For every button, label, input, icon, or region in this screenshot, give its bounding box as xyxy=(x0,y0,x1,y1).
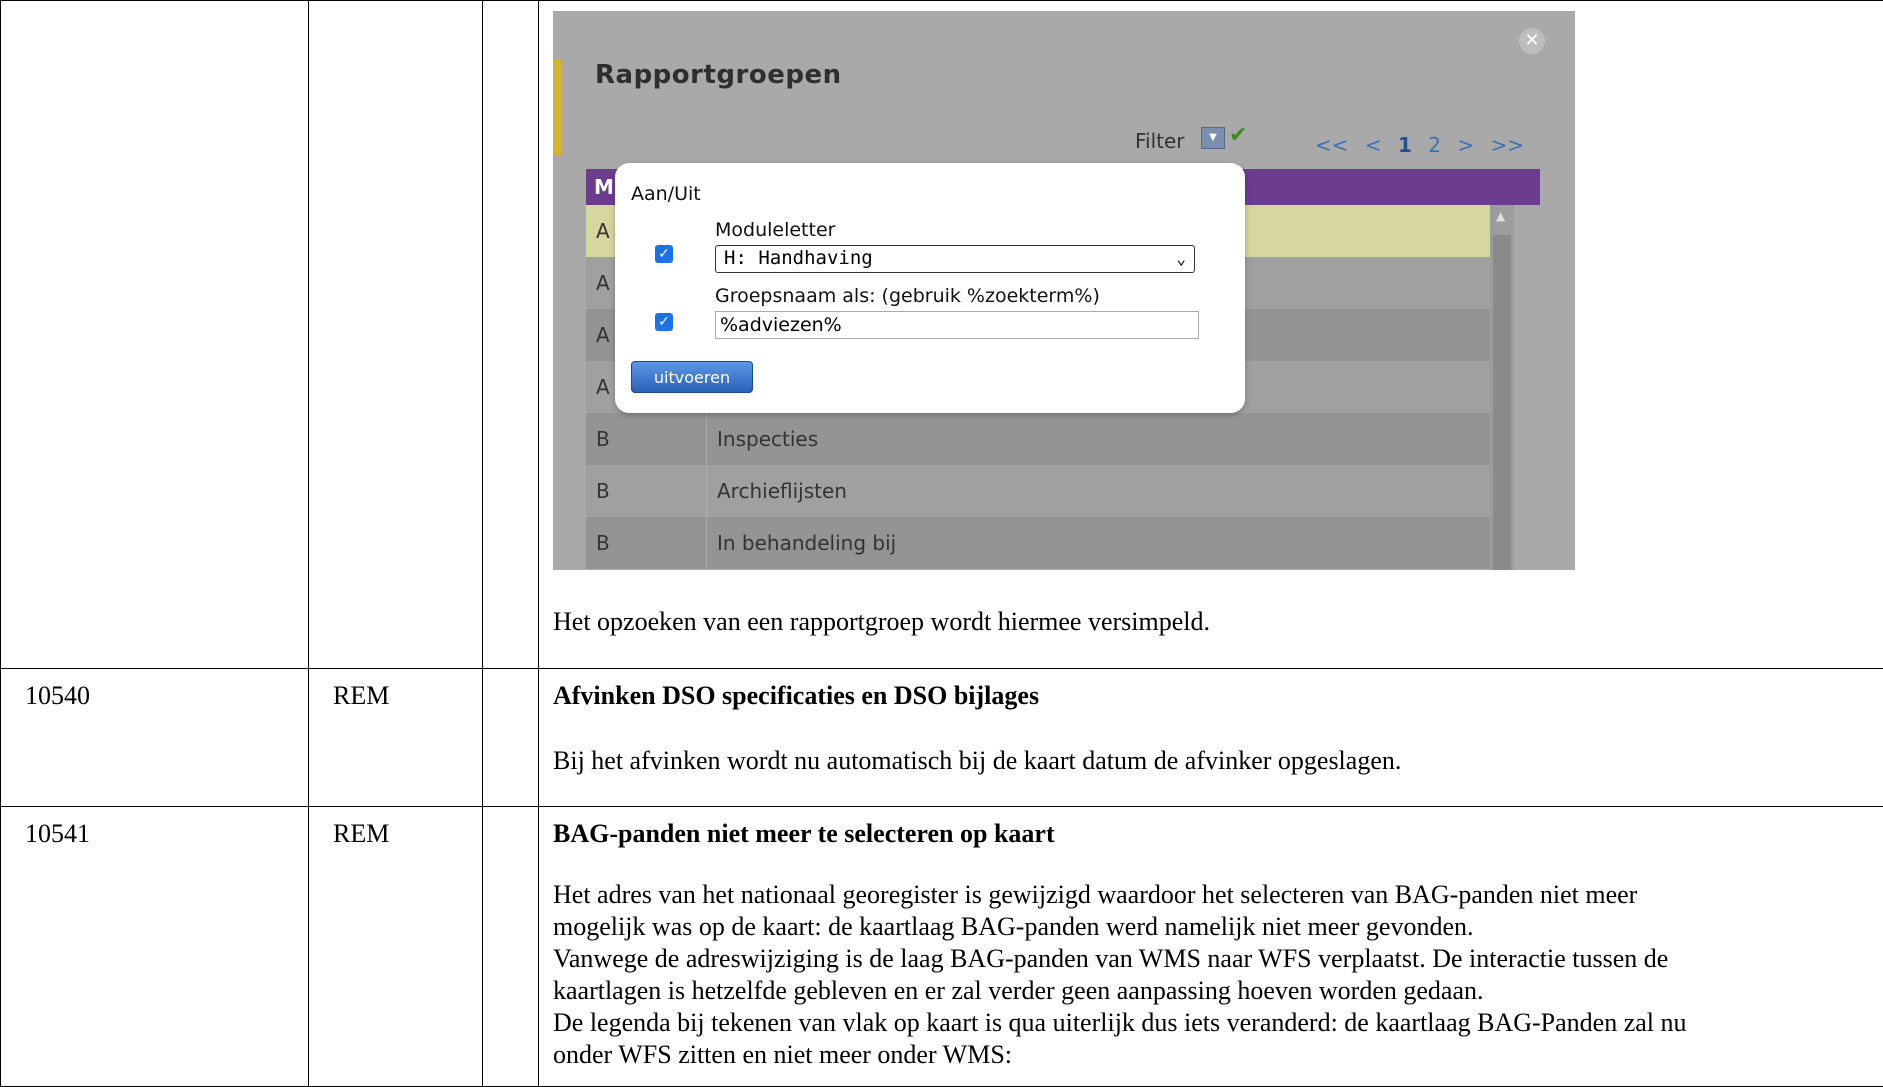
filter-label: Filter xyxy=(1135,129,1185,153)
grid-row: B Inspecties xyxy=(586,413,1490,465)
grid-cell: Inspecties xyxy=(717,427,818,451)
scrollbar-thumb xyxy=(1493,235,1511,570)
extra-cell xyxy=(483,807,539,1087)
grid-cell: A xyxy=(596,219,610,243)
grid-cell: A xyxy=(596,271,610,295)
pager-page-2: 2 xyxy=(1428,133,1441,157)
title-accent-bar xyxy=(553,59,561,155)
type-cell: REM xyxy=(309,669,483,807)
group-input: %adviezen% xyxy=(715,311,1199,339)
text-line: onder WFS zitten en niet meer onder WMS: xyxy=(553,1039,1883,1071)
content-cell: Afvinken DSO specificaties en DSO bijlag… xyxy=(539,669,1883,807)
content-cell: Rapportgroepen ✕ Filter ▼ ✔ << < 1 2 > >… xyxy=(539,1,1883,669)
table-row: 10541 REM BAG-panden niet meer te select… xyxy=(1,807,1883,1087)
scroll-up-icon: ▲ xyxy=(1496,209,1505,223)
table-row: 10540 REM Afvinken DSO specificaties en … xyxy=(1,669,1883,807)
grid-cell: Archieflijsten xyxy=(717,479,847,503)
row-description: Het opzoeken van een rapportgroep wordt … xyxy=(553,606,1883,638)
issue-number-cell xyxy=(1,1,309,669)
grid-row: B Archieflijsten xyxy=(586,465,1490,517)
row-description: Het adres van het nationaal georegister … xyxy=(553,879,1883,1071)
extra-cell xyxy=(483,1,539,669)
chevron-down-icon: ⌄ xyxy=(1176,246,1186,271)
pager-first: << xyxy=(1315,133,1349,157)
module-label: Moduleletter xyxy=(715,219,835,241)
grid-cell: B xyxy=(596,531,610,555)
row-title: Afvinken DSO specificaties en DSO bijlag… xyxy=(553,681,1883,711)
execute-button: uitvoeren xyxy=(631,361,753,393)
extra-cell xyxy=(483,669,539,807)
grid-cell: In behandeling bij xyxy=(717,531,896,555)
release-notes-table: Rapportgroepen ✕ Filter ▼ ✔ << < 1 2 > >… xyxy=(0,0,1883,1087)
grid-cell: A xyxy=(596,323,610,347)
filter-popup: Aan/Uit Moduleletter ✓ H: Handhaving ⌄ G… xyxy=(615,163,1245,413)
text-line: mogelijk was op de kaart: de kaartlaag B… xyxy=(553,911,1883,943)
pager-prev: < xyxy=(1365,133,1382,157)
popup-title: Aan/Uit xyxy=(631,183,701,205)
rapportgroepen-screenshot: Rapportgroepen ✕ Filter ▼ ✔ << < 1 2 > >… xyxy=(553,11,1575,570)
dialog-title: Rapportgroepen xyxy=(595,60,842,90)
content-cell: BAG-panden niet meer te selecteren op ka… xyxy=(539,807,1883,1087)
issue-number-cell: 10541 xyxy=(1,807,309,1087)
grid-cell: B xyxy=(596,427,610,451)
module-select-value: H: Handhaving xyxy=(724,247,873,269)
grid-cell: A xyxy=(596,375,610,399)
pager-page-1: 1 xyxy=(1398,133,1412,157)
text-line: De legenda bij tekenen van vlak op kaart… xyxy=(553,1007,1883,1039)
text-line: Vanwege de adreswijziging is de laag BAG… xyxy=(553,943,1883,975)
type-cell xyxy=(309,1,483,669)
issue-number-cell: 10540 xyxy=(1,669,309,807)
group-checkbox: ✓ xyxy=(655,313,673,331)
row-title: BAG-panden niet meer te selecteren op ka… xyxy=(553,819,1883,849)
pager-next: > xyxy=(1457,133,1474,157)
pager: << < 1 2 > >> xyxy=(1315,133,1524,157)
group-label: Groepsnaam als: (gebruik %zoekterm%) xyxy=(715,285,1100,307)
module-select: H: Handhaving ⌄ xyxy=(715,245,1195,273)
pager-last: >> xyxy=(1491,133,1525,157)
close-icon: ✕ xyxy=(1519,28,1545,54)
type-cell: REM xyxy=(309,807,483,1087)
filter-dropdown-icon: ▼ xyxy=(1201,127,1225,149)
grid-cell: B xyxy=(596,479,610,503)
row-description: Bij het afvinken wordt nu automatisch bi… xyxy=(553,745,1883,777)
grid-header-col1: M xyxy=(594,175,614,199)
module-checkbox: ✓ xyxy=(655,245,673,263)
checkmark-icon: ✔ xyxy=(1229,123,1247,148)
text-line: Het adres van het nationaal georegister … xyxy=(553,879,1883,911)
text-line: kaartlagen is hetzelfde gebleven en er z… xyxy=(553,975,1883,1007)
table-row: Rapportgroepen ✕ Filter ▼ ✔ << < 1 2 > >… xyxy=(1,1,1883,669)
grid-row: B In behandeling bij xyxy=(586,517,1490,569)
